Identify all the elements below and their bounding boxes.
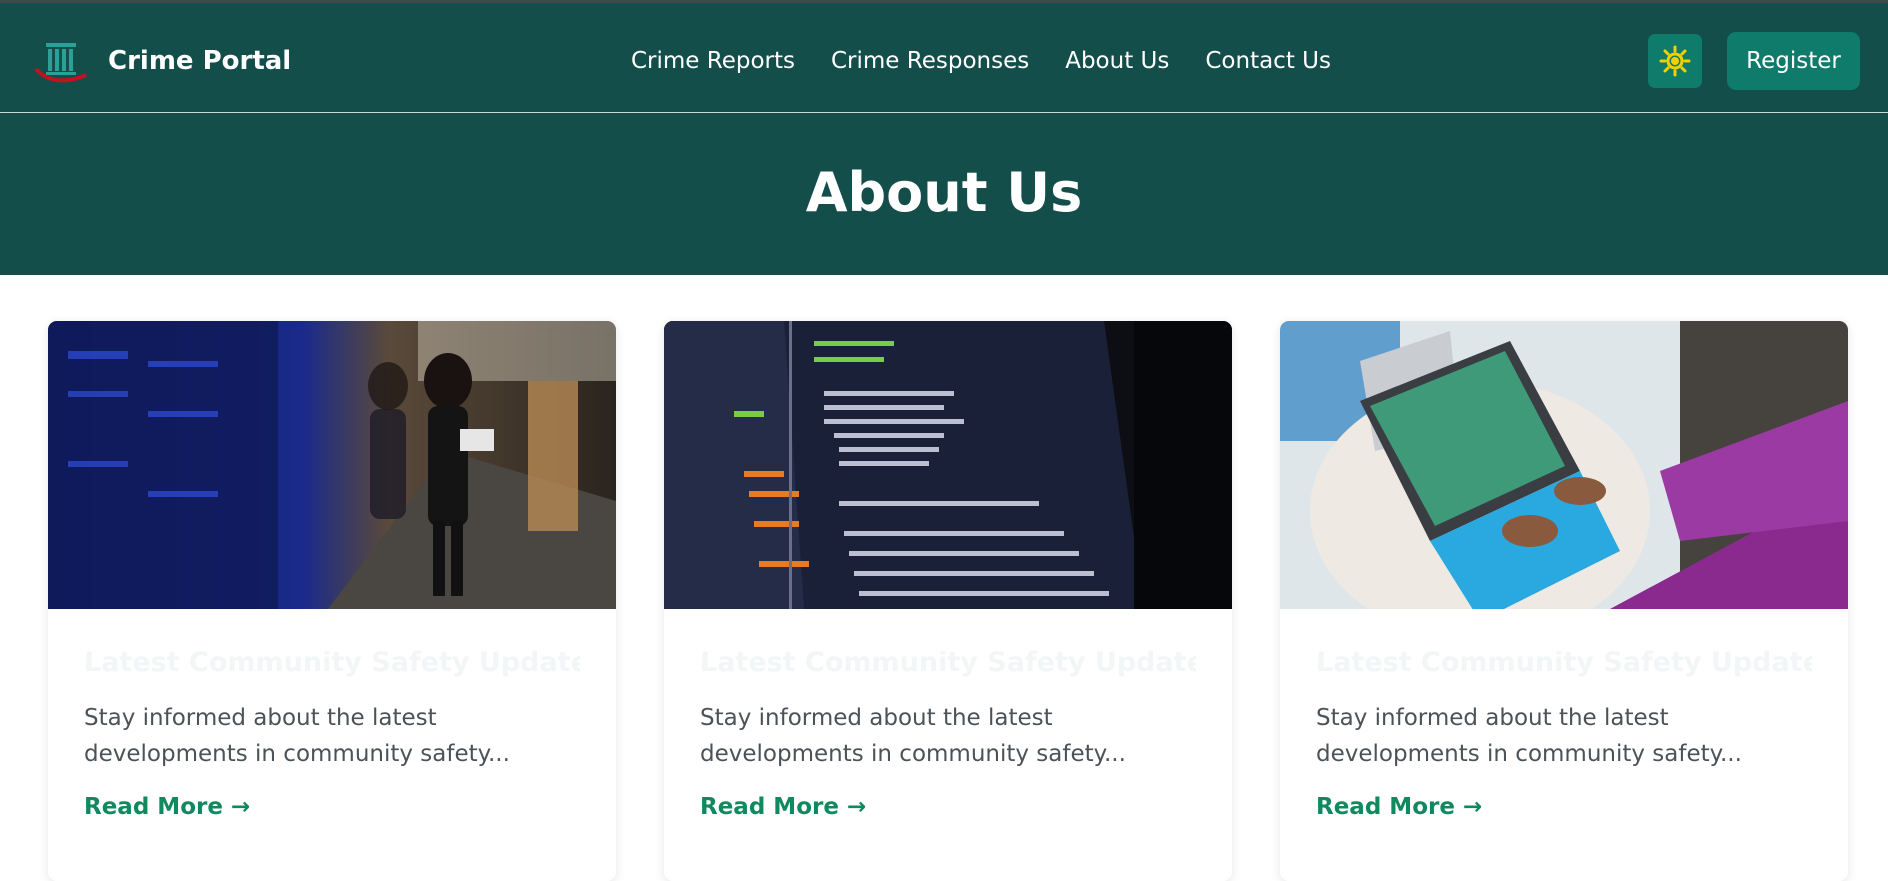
brand[interactable]: Crime Portal bbox=[34, 37, 291, 85]
server-room-photo bbox=[48, 321, 616, 609]
main-nav: Crime Reports Crime Responses About Us C… bbox=[631, 41, 1331, 81]
card-title: Latest Community Safety Updates bbox=[1316, 647, 1812, 678]
courthouse-logo-icon bbox=[34, 43, 87, 83]
card-body: Latest Community Safety Updates Stay inf… bbox=[48, 609, 616, 820]
card-body: Latest Community Safety Updates Stay inf… bbox=[1280, 609, 1848, 820]
top-navbar: Crime Portal Crime Reports Crime Respons… bbox=[0, 0, 1888, 113]
card-text: Stay informed about the latest developme… bbox=[1316, 705, 1742, 767]
brand-name: Crime Portal bbox=[108, 46, 292, 76]
card-text: Stay informed about the latest developme… bbox=[700, 705, 1126, 767]
article-card: Latest Community Safety Updates Stay inf… bbox=[1280, 321, 1848, 881]
card-body: Latest Community Safety Updates Stay inf… bbox=[664, 609, 1232, 820]
card-text: Stay informed about the latest developme… bbox=[84, 705, 510, 767]
article-card: Latest Community Safety Updates Stay inf… bbox=[48, 321, 616, 881]
code-screen-photo bbox=[664, 321, 1232, 609]
nav-crime-reports[interactable]: Crime Reports bbox=[631, 48, 795, 74]
nav-about-us[interactable]: About Us bbox=[1065, 48, 1169, 74]
nav-contact-us[interactable]: Contact Us bbox=[1205, 48, 1331, 74]
read-more-link[interactable]: Read More → bbox=[700, 794, 866, 820]
card-title: Latest Community Safety Updates bbox=[84, 647, 580, 678]
read-more-link[interactable]: Read More → bbox=[1316, 794, 1482, 820]
nav-crime-responses[interactable]: Crime Responses bbox=[831, 48, 1029, 74]
laptop-user-photo bbox=[1280, 321, 1848, 609]
sun-icon bbox=[1659, 45, 1691, 77]
register-button[interactable]: Register bbox=[1727, 32, 1860, 90]
theme-toggle-button[interactable] bbox=[1648, 34, 1702, 88]
page-hero: About Us bbox=[0, 113, 1888, 275]
article-card: Latest Community Safety Updates Stay inf… bbox=[664, 321, 1232, 881]
card-title: Latest Community Safety Updates bbox=[700, 647, 1196, 678]
page-title: About Us bbox=[805, 160, 1083, 224]
read-more-link[interactable]: Read More → bbox=[84, 794, 250, 820]
